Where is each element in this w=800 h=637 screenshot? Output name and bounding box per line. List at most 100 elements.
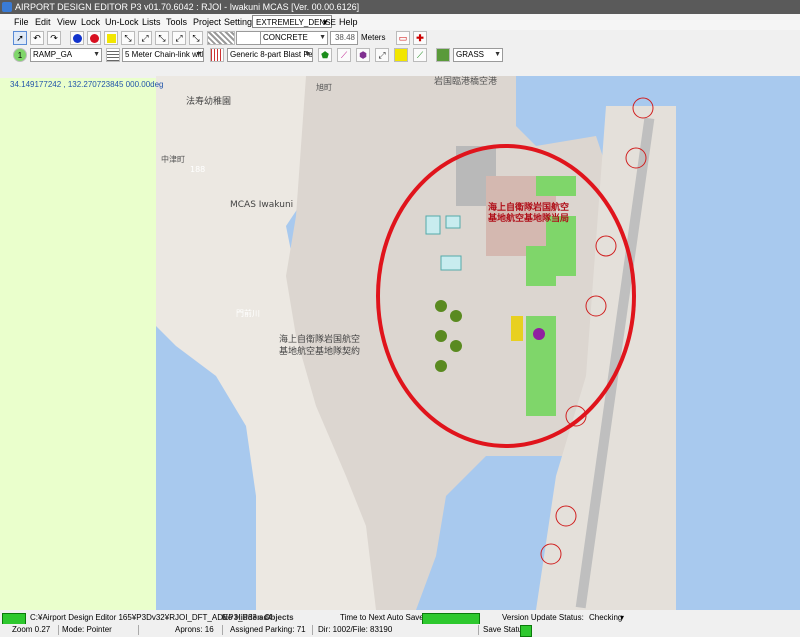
width-input[interactable]: 38.48 xyxy=(330,31,358,45)
crosshair-button[interactable]: ✚ xyxy=(413,31,427,45)
chevron-down-icon: ▾ xyxy=(620,613,625,622)
red-circle-icon xyxy=(89,34,99,43)
yellow-square-icon xyxy=(106,34,116,43)
building xyxy=(425,215,441,235)
chevron-down-icon: ▼ xyxy=(321,18,329,27)
wand-button[interactable]: ⟋ xyxy=(337,48,351,62)
node-line-icon: ⤡ xyxy=(192,33,200,43)
version-status-value: Checking xyxy=(589,613,623,622)
ground-button[interactable] xyxy=(436,48,450,62)
vector-icon: ⤢ xyxy=(378,50,386,60)
menu-help[interactable]: Help xyxy=(339,16,358,28)
polygon-button[interactable]: ⬟ xyxy=(318,48,332,62)
app-icon xyxy=(2,2,12,12)
redo-icon: ↷ xyxy=(50,33,58,43)
undo-button[interactable]: ↶ xyxy=(30,31,44,45)
ground-select[interactable]: GRASS ▼ xyxy=(453,48,503,62)
diagonal-line-icon: ⟋ xyxy=(416,50,424,60)
node-tool-2-button[interactable]: ⤢ xyxy=(138,31,152,45)
blue-circle-icon xyxy=(72,34,82,43)
chevron-down-icon: ▼ xyxy=(494,51,501,58)
map-label-red-1: 海上自衛隊岩国航空 xyxy=(488,201,569,213)
status-bar-primary: C:¥Airport Design Editor 165¥P3Dv32¥RJOI… xyxy=(0,612,800,625)
aprons-status: Aprons: 16 xyxy=(175,625,214,634)
map-label-hojumachi: 法寿幼稚園 xyxy=(186,95,231,107)
line-pattern-button[interactable] xyxy=(207,31,235,45)
hidden-objects-status: No Hidden Objects xyxy=(222,613,294,622)
blue-marker-button[interactable] xyxy=(70,31,84,45)
building xyxy=(440,255,462,271)
version-status-label: Version Update Status: xyxy=(502,613,584,622)
chevron-down-icon: ▼ xyxy=(304,51,311,58)
node-tool-4-button[interactable]: ⤢ xyxy=(172,31,186,45)
purple-marker xyxy=(533,328,545,340)
hexagon-icon: ⬢ xyxy=(359,50,367,60)
menu-edit[interactable]: Edit xyxy=(35,16,51,28)
coordinate-readout: 34.149177242 , 132.270723845 000.00deg xyxy=(10,80,164,89)
map-label-jmsdf-1: 海上自衛隊岩国航空 xyxy=(279,333,360,345)
map-canvas[interactable]: 岩国臨港橋空港 法寿幼稚園 MCAS Iwakuni 海上自衛隊岩国航空 基地航… xyxy=(156,76,800,610)
node-tool-1-button[interactable]: ⤡ xyxy=(121,31,135,45)
ruler-icon: ▭ xyxy=(398,33,408,43)
yellow-object xyxy=(511,316,523,341)
fence-button[interactable] xyxy=(106,48,120,62)
zoom-status: Zoom 0.27 xyxy=(12,625,51,634)
autosave-label: Time to Next Auto Save: xyxy=(340,613,426,622)
menu-unlock[interactable]: Un-Lock xyxy=(105,16,139,28)
undo-icon: ↶ xyxy=(33,33,41,43)
blast-fence-button[interactable] xyxy=(210,48,224,62)
node-line-icon: ⤢ xyxy=(141,33,149,43)
save-status-indicator xyxy=(520,625,532,637)
status-bar-secondary: Zoom 0.27 Mode: Pointer Aprons: 16 Assig… xyxy=(0,624,800,637)
parking-status: Assigned Parking: 71 xyxy=(230,625,306,634)
yellow-fill-button[interactable] xyxy=(394,48,408,62)
shape-button[interactable]: ⬢ xyxy=(356,48,370,62)
blast-fence-select[interactable]: Generic 8-part Blast Fen ▼ xyxy=(227,48,313,62)
fence-select[interactable]: 5 Meter Chain-link with ▼ xyxy=(122,48,204,62)
vector-button[interactable]: ⤢ xyxy=(375,48,389,62)
window-title: AIRPORT DESIGN EDITOR P3 v01.70.6042 : R… xyxy=(15,2,360,12)
map-label-kuma: 旭町 xyxy=(316,82,332,92)
status-divider xyxy=(312,625,313,635)
status-divider xyxy=(58,625,59,635)
status-divider xyxy=(478,625,479,635)
density-select[interactable]: EXTREMELY_DENSE ▼ xyxy=(252,15,336,28)
line-button[interactable]: ⟋ xyxy=(413,48,427,62)
map-label-port: 岩国臨港橋空港 xyxy=(434,76,497,87)
ruler-button[interactable]: ▭ xyxy=(396,31,410,45)
chevron-down-icon: ▼ xyxy=(195,51,202,58)
route-sign: 188 xyxy=(190,165,205,174)
redo-button[interactable]: ↷ xyxy=(47,31,61,45)
side-panel xyxy=(0,78,156,610)
node-tool-3-button[interactable]: ⤡ xyxy=(155,31,169,45)
menu-bar: File Edit View Lock Un-Lock Lists Tools … xyxy=(0,14,800,30)
wand-icon: ⟋ xyxy=(340,50,348,60)
menu-lock[interactable]: Lock xyxy=(81,16,100,28)
chevron-down-icon: ▼ xyxy=(319,34,326,41)
ramp-button[interactable]: 1 xyxy=(13,48,27,62)
status-divider xyxy=(222,625,223,635)
cursor-icon: ➚ xyxy=(16,33,24,43)
ramp-select[interactable]: RAMP_GA ▼ xyxy=(30,48,102,62)
surface-select[interactable]: CONCRETE ▼ xyxy=(260,31,328,45)
toolbar-primary: ➚ ↶ ↷ ⤡ ⤢ ⤡ ⤢ ⤡ ▼ CONCRETE ▼ 38.48 Meters… xyxy=(0,30,800,46)
mode-status: Mode: Pointer xyxy=(62,625,112,634)
menu-view[interactable]: View xyxy=(57,16,76,28)
menu-lists[interactable]: Lists xyxy=(142,16,161,28)
yellow-marker-button[interactable] xyxy=(104,31,118,45)
ramp-icon: 1 xyxy=(17,51,23,60)
pointer-tool-button[interactable]: ➚ xyxy=(13,31,27,45)
menu-file[interactable]: File xyxy=(14,16,29,28)
menu-project[interactable]: Project xyxy=(193,16,221,28)
fence-select-value: 5 Meter Chain-link with xyxy=(125,50,204,59)
map-label-kaisei: 門前川 xyxy=(236,308,260,318)
width-input-value: 38.48 xyxy=(334,33,355,42)
tree xyxy=(435,360,447,372)
node-line-icon: ⤡ xyxy=(158,33,166,43)
node-tool-5-button[interactable]: ⤡ xyxy=(189,31,203,45)
title-bar: AIRPORT DESIGN EDITOR P3 v01.70.6042 : R… xyxy=(0,0,800,14)
red-marker-button[interactable] xyxy=(87,31,101,45)
map-label-nakatsu: 中津町 xyxy=(161,154,185,164)
menu-tools[interactable]: Tools xyxy=(166,16,187,28)
status-divider xyxy=(138,625,139,635)
